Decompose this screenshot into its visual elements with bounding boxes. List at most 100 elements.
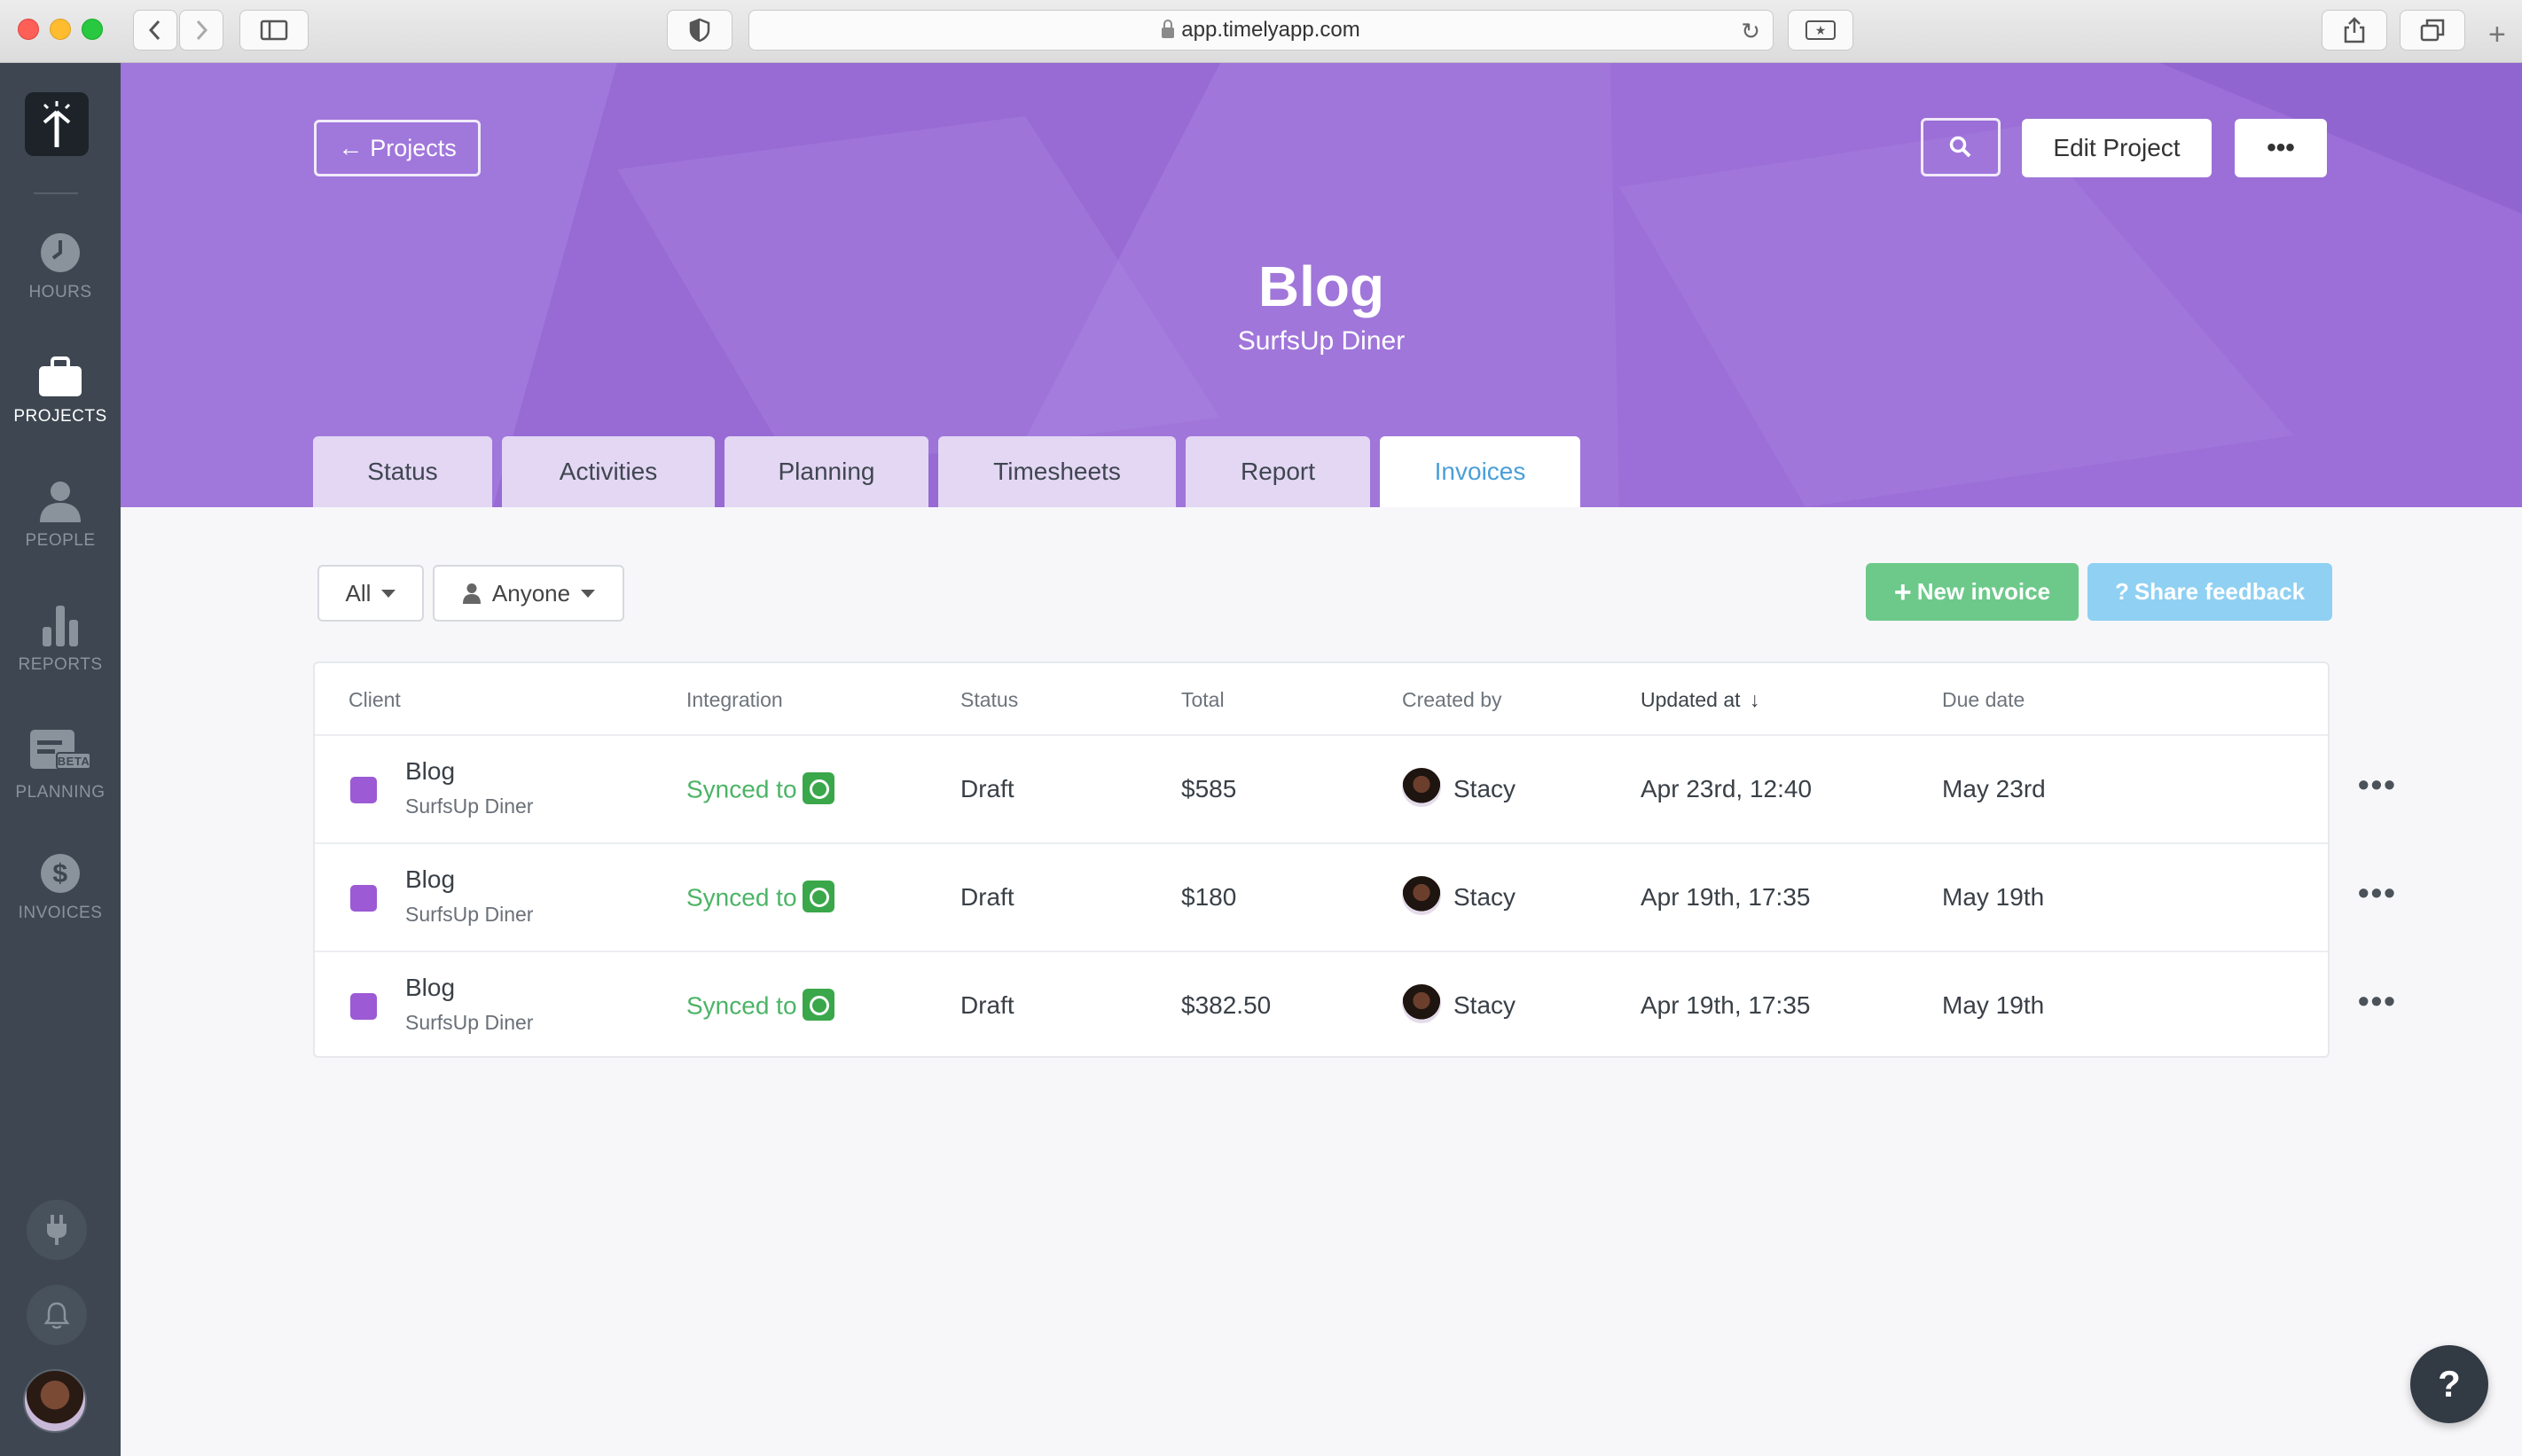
- invoices-table: Client Integration Status Total Created …: [313, 661, 2395, 1059]
- column-header-created-by[interactable]: Created by: [1402, 688, 1502, 712]
- table-row[interactable]: Blog SurfsUp Diner Synced to Draft $382.…: [315, 951, 2395, 1059]
- integration-label: Synced to: [686, 775, 797, 803]
- sidebar-item-people[interactable]: PEOPLE: [0, 480, 121, 551]
- row-menu-icon[interactable]: •••: [2358, 982, 2397, 1020]
- sidebar-item-invoices[interactable]: $ INVOICES: [0, 852, 121, 923]
- sidebar-item-label: INVOICES: [18, 904, 103, 922]
- status-filter-value: All: [345, 579, 372, 607]
- person-icon: [462, 583, 481, 604]
- browser-forward-button[interactable]: [179, 10, 223, 51]
- column-header-updated-at[interactable]: Updated at ↓: [1641, 688, 1759, 712]
- table-row[interactable]: Blog SurfsUp Diner Synced to Draft $585 …: [315, 734, 2395, 842]
- sidebar-item-hours[interactable]: HOURS: [0, 231, 121, 302]
- edit-project-button[interactable]: Edit Project: [2022, 119, 2212, 177]
- sidebar-item-label: PROJECTS: [13, 407, 107, 426]
- plus-icon: +: [1893, 575, 1912, 609]
- invoice-status: Draft: [960, 775, 1014, 802]
- row-menu-icon[interactable]: •••: [2358, 766, 2397, 803]
- briefcase-icon: [39, 356, 82, 396]
- search-button[interactable]: [1921, 118, 2001, 176]
- more-options-button[interactable]: •••: [2235, 119, 2327, 177]
- clock-icon: [41, 233, 80, 272]
- new-invoice-label: New invoice: [1916, 578, 2051, 605]
- new-tab-icon[interactable]: +: [2488, 18, 2506, 52]
- chevron-right-icon: [196, 20, 208, 41]
- chevron-left-icon: [148, 20, 161, 41]
- sidebar-divider: [34, 192, 78, 194]
- bell-icon: [43, 1302, 70, 1329]
- client-name: Blog: [405, 865, 456, 893]
- tab-report[interactable]: Report: [1186, 436, 1370, 507]
- notifications-button[interactable]: [27, 1285, 87, 1345]
- user-avatar[interactable]: [23, 1369, 87, 1433]
- invoice-total: $382.50: [1181, 991, 1272, 1019]
- table-row[interactable]: Blog SurfsUp Diner Synced to Draft $180 …: [315, 842, 2395, 951]
- column-header-client[interactable]: Client: [349, 688, 401, 712]
- project-client: SurfsUp Diner: [1237, 326, 1406, 356]
- project-title: Blog: [1257, 254, 1385, 318]
- sidebar-item-label: HOURS: [28, 283, 92, 301]
- reload-icon[interactable]: ↻: [1741, 18, 1760, 45]
- project-color-swatch: [350, 777, 377, 803]
- tab-label: Report: [1240, 458, 1316, 485]
- column-header-total[interactable]: Total: [1181, 688, 1225, 712]
- privacy-shield-button[interactable]: [667, 10, 732, 51]
- tab-planning[interactable]: Planning: [724, 436, 928, 507]
- share-button[interactable]: [2322, 10, 2387, 51]
- creator-avatar: [1402, 984, 1441, 1023]
- client-company: SurfsUp Diner: [405, 903, 534, 926]
- window-close-button[interactable]: [18, 19, 39, 40]
- invoice-total: $180: [1181, 883, 1237, 911]
- row-menu-icon[interactable]: •••: [2358, 874, 2397, 912]
- column-header-due-date[interactable]: Due date: [1942, 688, 2025, 712]
- sidebar-item-label: PLANNING: [15, 783, 106, 802]
- browser-back-button[interactable]: [133, 10, 177, 51]
- integration-status[interactable]: Synced to: [686, 881, 834, 915]
- lock-icon: [1162, 20, 1175, 38]
- sidebar-toggle-button[interactable]: [239, 10, 309, 51]
- question-icon: ?: [2114, 578, 2129, 605]
- caret-down-icon: [581, 589, 596, 598]
- due-date: May 23rd: [1942, 775, 2046, 802]
- tab-timesheets[interactable]: Timesheets: [938, 436, 1176, 507]
- integration-status[interactable]: Synced to: [686, 989, 834, 1023]
- tab-status[interactable]: Status: [313, 436, 492, 507]
- new-invoice-button[interactable]: + New invoice: [1866, 563, 2079, 621]
- tabs-overview-button[interactable]: [2400, 10, 2465, 51]
- bar-chart-icon: [43, 606, 78, 646]
- updated-at: Apr 23rd, 12:40: [1641, 775, 1813, 802]
- client-company: SurfsUp Diner: [405, 795, 534, 818]
- column-header-integration[interactable]: Integration: [686, 688, 783, 712]
- integration-status[interactable]: Synced to: [686, 772, 834, 807]
- reader-button[interactable]: ★: [1788, 10, 1853, 51]
- tabs-icon: [2420, 19, 2445, 42]
- window-zoom-button[interactable]: [82, 19, 103, 40]
- integrations-button[interactable]: [27, 1200, 87, 1260]
- sidebar-item-projects[interactable]: PROJECTS: [0, 356, 121, 427]
- plug-icon: [47, 1215, 67, 1245]
- sidebar-item-planning[interactable]: BETA PLANNING: [0, 728, 121, 802]
- help-button[interactable]: ?: [2410, 1345, 2488, 1423]
- window-minimize-button[interactable]: [50, 19, 71, 40]
- share-feedback-button[interactable]: ? Share feedback: [2087, 563, 2332, 621]
- arrow-down-icon: ↓: [1749, 688, 1760, 711]
- project-color-swatch: [350, 885, 377, 912]
- creator-name: Stacy: [1453, 991, 1516, 1019]
- tab-activities[interactable]: Activities: [502, 436, 715, 507]
- person-filter-dropdown[interactable]: Anyone: [433, 565, 624, 622]
- sidebar-icon: [260, 20, 288, 41]
- updated-at: Apr 19th, 17:35: [1641, 883, 1811, 911]
- address-bar-url: app.timelyapp.com: [1181, 18, 1360, 42]
- due-date: May 19th: [1942, 883, 2045, 911]
- question-icon: ?: [2438, 1363, 2461, 1405]
- invoices-panel: All Anyone + New invoice ? Share feedbac…: [121, 507, 2522, 1456]
- share-feedback-label: Share feedback: [2134, 578, 2306, 605]
- status-filter-dropdown[interactable]: All: [317, 565, 424, 622]
- tab-invoices[interactable]: Invoices: [1380, 436, 1580, 507]
- timely-logo[interactable]: [25, 92, 89, 156]
- quickbooks-icon: [802, 772, 834, 804]
- back-to-projects-button[interactable]: ← Projects: [314, 120, 481, 176]
- address-bar[interactable]: app.timelyapp.com ↻: [748, 10, 1774, 51]
- sidebar-item-reports[interactable]: REPORTS: [0, 604, 121, 675]
- column-header-status[interactable]: Status: [960, 688, 1018, 712]
